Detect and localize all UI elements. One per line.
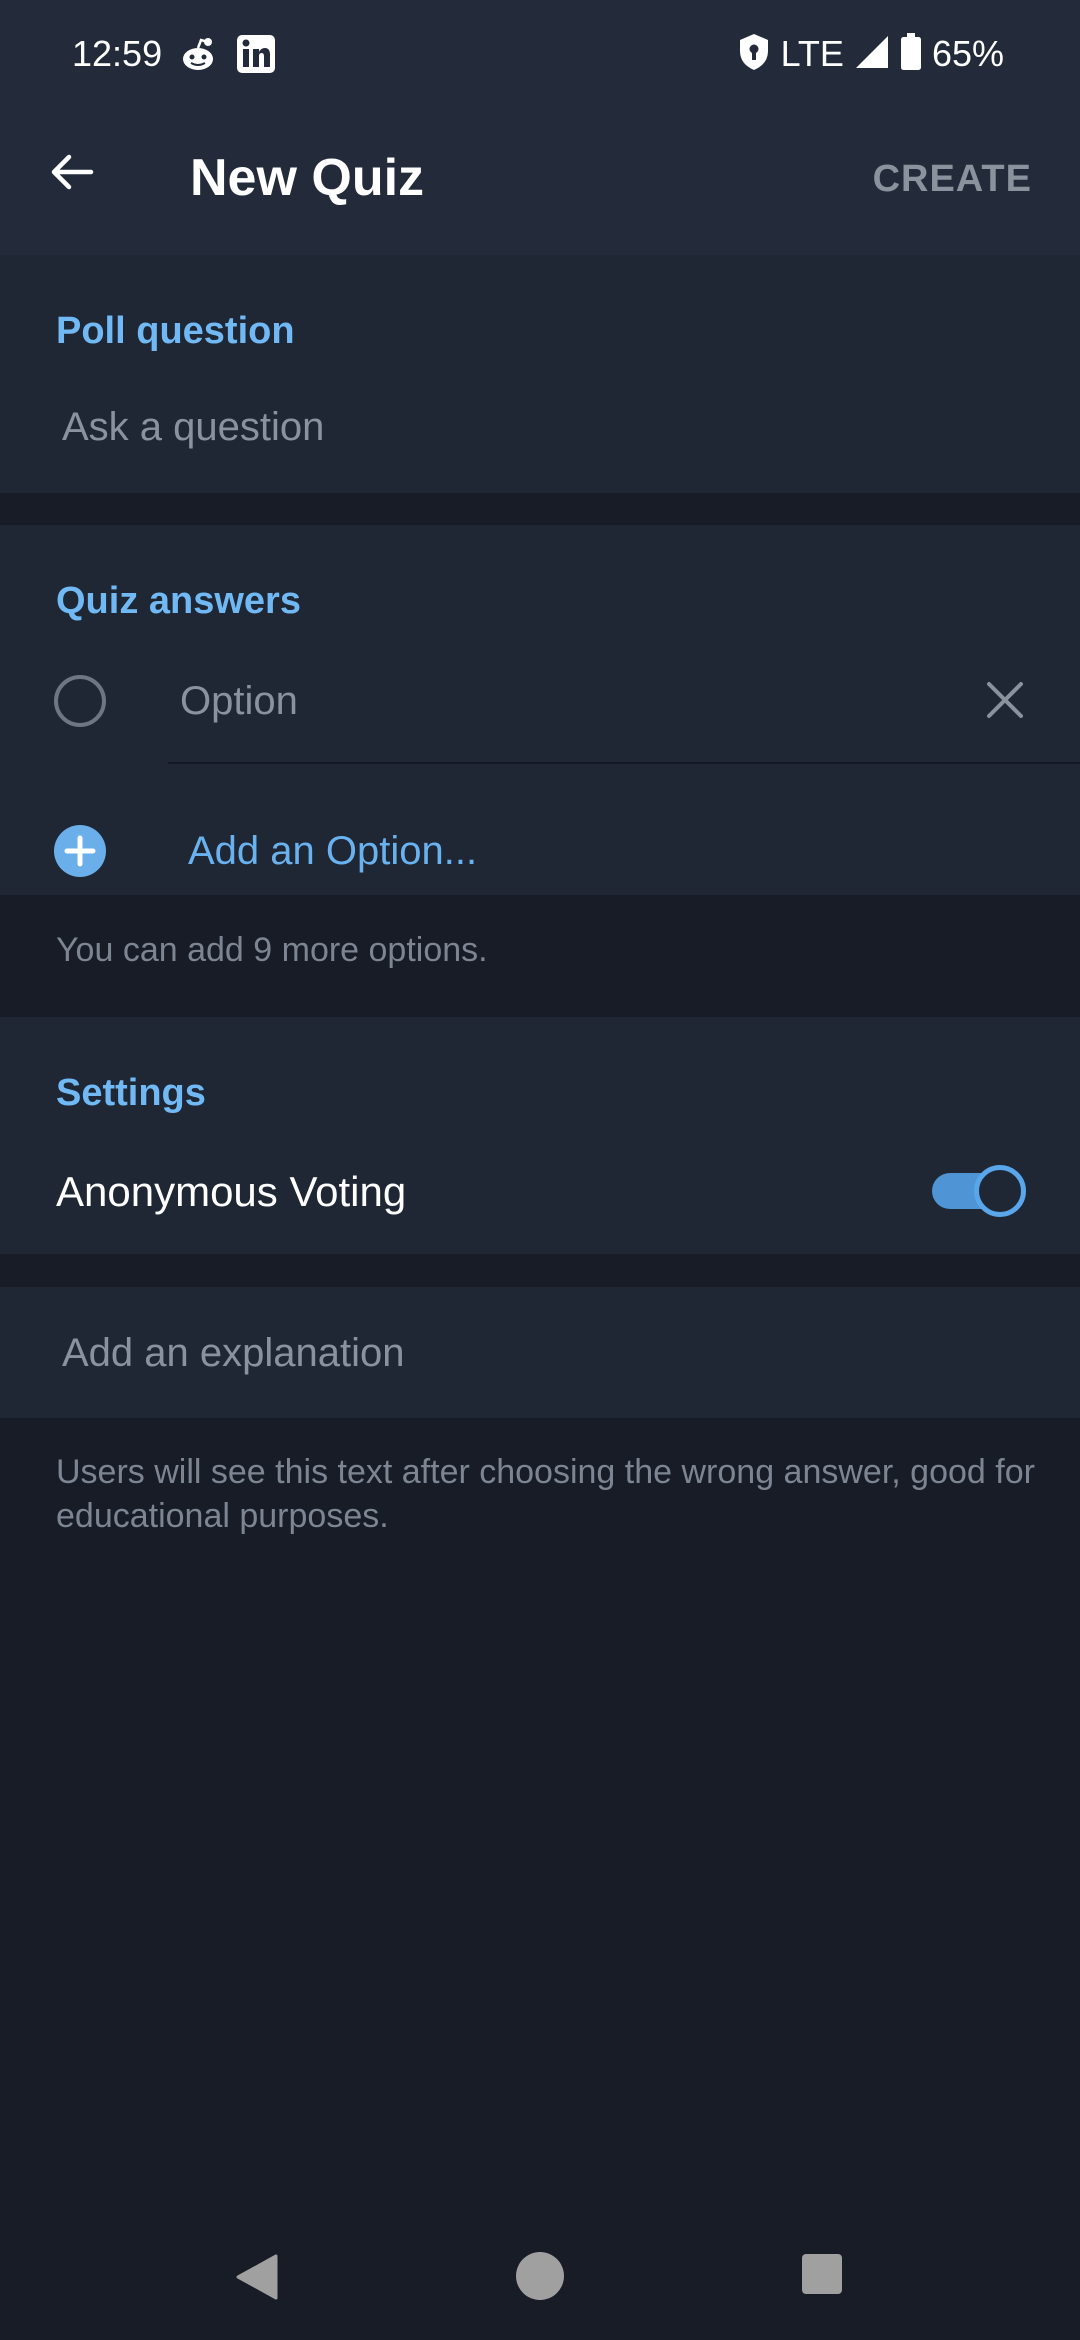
triangle-back-icon bbox=[236, 2254, 278, 2300]
new-quiz-screen: 12:59 LTE 65% New Quiz CREATE Poll quest… bbox=[0, 0, 1080, 2340]
question-section: Poll question Ask a question bbox=[0, 255, 1080, 493]
nav-back-button[interactable] bbox=[232, 2252, 282, 2302]
option-input[interactable]: Option bbox=[180, 675, 298, 727]
linkedin-icon bbox=[236, 34, 276, 74]
app-bar: New Quiz CREATE bbox=[0, 108, 1080, 255]
add-circle-icon[interactable] bbox=[54, 825, 106, 877]
signal-icon bbox=[854, 34, 890, 75]
toggle-knob bbox=[974, 1165, 1026, 1217]
reddit-icon bbox=[178, 34, 218, 74]
answers-header: Quiz answers bbox=[56, 580, 301, 622]
create-button[interactable]: CREATE bbox=[873, 154, 1032, 204]
arrow-left-icon bbox=[51, 154, 94, 190]
remove-option-button[interactable] bbox=[980, 675, 1030, 725]
question-input[interactable]: Ask a question bbox=[62, 401, 324, 453]
network-type: LTE bbox=[780, 33, 844, 74]
status-right: LTE 65% bbox=[737, 30, 1004, 78]
explanation-hint: Users will see this text after choosing … bbox=[56, 1453, 1035, 1535]
settings-section: Settings Anonymous Voting bbox=[0, 1017, 1080, 1254]
top-bar: 12:59 LTE 65% New Quiz CREATE bbox=[0, 0, 1080, 255]
battery-level: 65% bbox=[931, 33, 1004, 74]
add-option-button[interactable]: Add an Option... bbox=[188, 825, 477, 877]
answers-section: Quiz answers Option Add an Option... bbox=[0, 525, 1080, 895]
nav-home-button[interactable] bbox=[516, 2252, 564, 2300]
anonymous-voting-toggle[interactable] bbox=[932, 1163, 1026, 1219]
back-button[interactable] bbox=[40, 140, 104, 204]
question-header: Poll question bbox=[56, 310, 295, 352]
anonymous-voting-label: Anonymous Voting bbox=[56, 1168, 407, 1215]
status-time: 12:59 bbox=[72, 33, 163, 74]
battery-icon bbox=[900, 32, 922, 76]
settings-header: Settings bbox=[56, 1072, 206, 1114]
correct-answer-radio[interactable] bbox=[54, 675, 106, 727]
page-title: New Quiz bbox=[190, 149, 425, 207]
vpn-shield-icon bbox=[737, 32, 771, 77]
close-icon bbox=[987, 682, 1023, 718]
options-remaining-hint: You can add 9 more options. bbox=[56, 931, 488, 969]
option-divider bbox=[168, 762, 1080, 764]
nav-recents-button[interactable] bbox=[802, 2254, 842, 2294]
explanation-section: Add an explanation bbox=[0, 1287, 1080, 1418]
status-bar: 12:59 LTE 65% bbox=[0, 0, 1080, 108]
explanation-input[interactable]: Add an explanation bbox=[62, 1327, 405, 1379]
system-nav-bar bbox=[0, 2200, 1080, 2340]
